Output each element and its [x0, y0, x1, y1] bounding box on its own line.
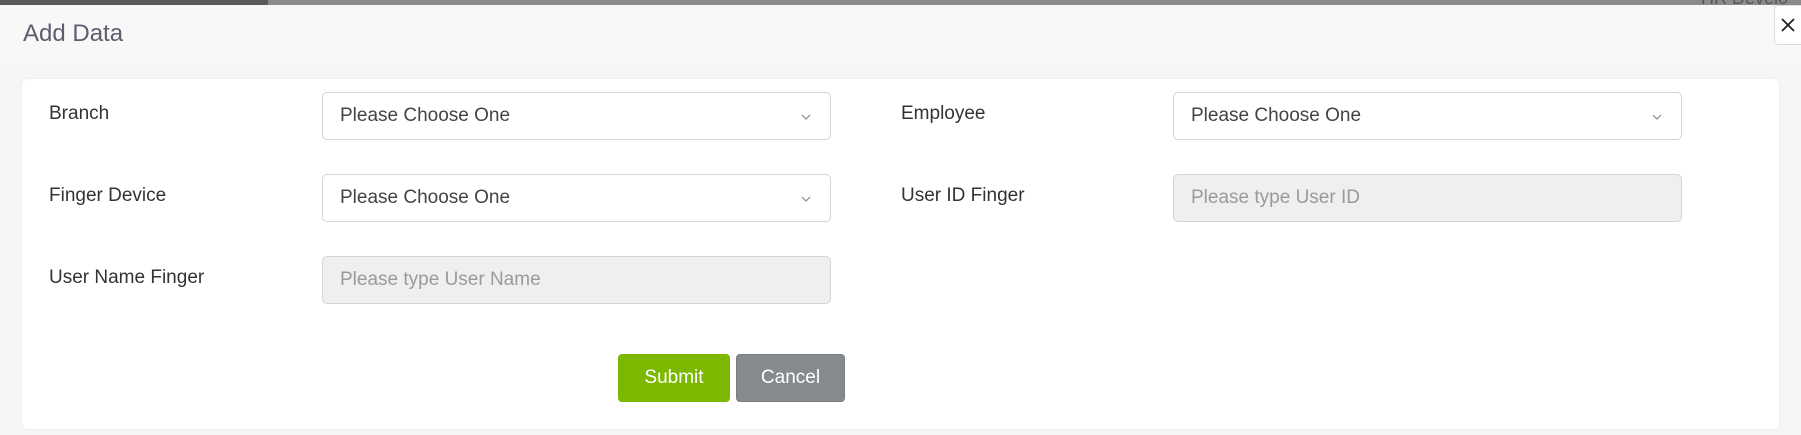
finger-device-select[interactable]: Please Choose One: [322, 174, 831, 222]
branch-select-value: Please Choose One: [340, 105, 511, 126]
chevron-down-icon: [801, 196, 811, 202]
close-icon: [1781, 18, 1795, 32]
user-name-finger-placeholder: Please type User Name: [340, 269, 541, 290]
submit-button[interactable]: Submit: [618, 354, 730, 402]
finger-device-select-value: Please Choose One: [340, 187, 511, 208]
user-id-finger-label: User ID Finger: [901, 185, 1025, 206]
employee-label: Employee: [901, 103, 986, 124]
modal-header: Add Data: [0, 5, 1801, 65]
cancel-button[interactable]: Cancel: [736, 354, 845, 402]
user-id-finger-placeholder: Please type User ID: [1191, 187, 1360, 208]
employee-select[interactable]: Please Choose One: [1173, 92, 1682, 140]
user-name-finger-input[interactable]: Please type User Name: [322, 256, 831, 304]
user-name-finger-label: User Name Finger: [49, 267, 205, 288]
chevron-down-icon: [1652, 114, 1662, 120]
chevron-down-icon: [801, 114, 811, 120]
modal-title: Add Data: [23, 20, 124, 47]
branch-select[interactable]: Please Choose One: [322, 92, 831, 140]
branch-label: Branch: [49, 103, 110, 124]
user-id-finger-input[interactable]: Please type User ID: [1173, 174, 1682, 222]
finger-device-label: Finger Device: [49, 185, 167, 206]
close-button[interactable]: [1774, 5, 1801, 45]
form-card: Branch Please Choose One Employee Please…: [22, 79, 1779, 429]
employee-select-value: Please Choose One: [1191, 105, 1362, 126]
